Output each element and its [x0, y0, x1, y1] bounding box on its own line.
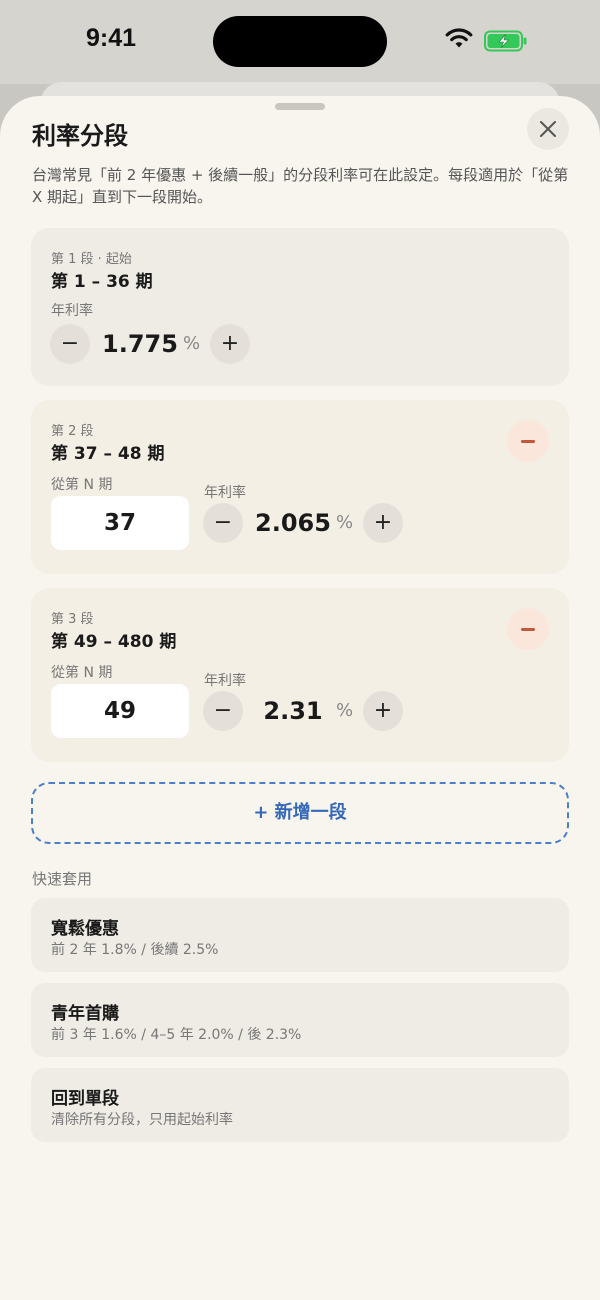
status-bar: 9:41	[0, 0, 600, 84]
sheet-description: 台灣常見「前 2 年優惠 + 後續一般」的分段利率可在此設定。每段適用於「從第 …	[32, 166, 569, 206]
quick-apply-label: 快速套用	[32, 870, 93, 888]
start-period-label: 從第 N 期	[51, 477, 113, 493]
preset-first-home[interactable]: 青年首購 前 3 年 1.6% / 4–5 年 2.0% / 後 2.3%	[31, 983, 569, 1057]
rate-increase-button[interactable]: +	[363, 691, 403, 731]
remove-segment-button[interactable]	[507, 608, 549, 650]
segment-label: 第 3 段	[51, 612, 94, 627]
close-button[interactable]	[527, 108, 569, 150]
rate-unit: %	[336, 512, 354, 533]
rate-unit: %	[183, 333, 201, 354]
segment-range: 第 1 – 36 期	[51, 272, 153, 292]
preset-title: 寬鬆優惠	[51, 919, 119, 939]
segment-range: 第 49 – 480 期	[51, 632, 177, 652]
start-period-input[interactable]: 49	[51, 684, 189, 738]
preset-title: 青年首購	[51, 1004, 119, 1024]
rate-value: 2.31	[263, 697, 323, 725]
rate-increase-button[interactable]: +	[210, 324, 250, 364]
preset-description: 前 3 年 1.6% / 4–5 年 2.0% / 後 2.3%	[51, 1027, 302, 1043]
rate-value: 1.775	[102, 330, 178, 358]
rate-decrease-button[interactable]: −	[203, 691, 243, 731]
rate-label: 年利率	[204, 673, 246, 689]
rate-value: 2.065	[255, 509, 331, 537]
rate-label: 年利率	[204, 485, 246, 501]
preset-single-segment[interactable]: 回到單段 清除所有分段，只用起始利率	[31, 1068, 569, 1142]
status-time: 9:41	[86, 24, 137, 52]
dynamic-island	[213, 16, 387, 67]
sheet-title: 利率分段	[32, 122, 128, 150]
preset-title: 回到單段	[51, 1089, 119, 1109]
rate-increase-button[interactable]: +	[363, 503, 403, 543]
close-icon	[540, 121, 556, 137]
rate-segments-sheet: 利率分段 台灣常見「前 2 年優惠 + 後續一般」的分段利率可在此設定。每段適用…	[0, 96, 600, 1300]
minus-icon	[521, 628, 535, 631]
rate-decrease-button[interactable]: −	[203, 503, 243, 543]
rate-label: 年利率	[51, 303, 93, 319]
segment-card-1: 第 1 段 · 起始 第 1 – 36 期 年利率 − 1.775 % +	[31, 228, 569, 386]
segment-label: 第 1 段 · 起始	[51, 252, 132, 267]
segment-range: 第 37 – 48 期	[51, 444, 165, 464]
preset-description: 前 2 年 1.8% / 後續 2.5%	[51, 942, 219, 958]
start-period-input[interactable]: 37	[51, 496, 189, 550]
add-segment-button[interactable]: + 新增一段	[31, 782, 569, 844]
segment-card-2: 第 2 段 第 37 – 48 期 從第 N 期 37 年利率 − 2.065 …	[31, 400, 569, 574]
preset-relaxed[interactable]: 寬鬆優惠 前 2 年 1.8% / 後續 2.5%	[31, 898, 569, 972]
start-period-label: 從第 N 期	[51, 665, 113, 681]
remove-segment-button[interactable]	[507, 420, 549, 462]
wifi-icon	[445, 28, 473, 48]
preset-description: 清除所有分段，只用起始利率	[51, 1112, 233, 1128]
rate-unit: %	[336, 700, 354, 721]
battery-icon	[484, 30, 527, 52]
minus-icon	[521, 440, 535, 443]
rate-decrease-button[interactable]: −	[50, 324, 90, 364]
segment-label: 第 2 段	[51, 424, 94, 439]
sheet-grabber[interactable]	[275, 103, 325, 110]
segment-card-3: 第 3 段 第 49 – 480 期 從第 N 期 49 年利率 − 2.31 …	[31, 588, 569, 762]
